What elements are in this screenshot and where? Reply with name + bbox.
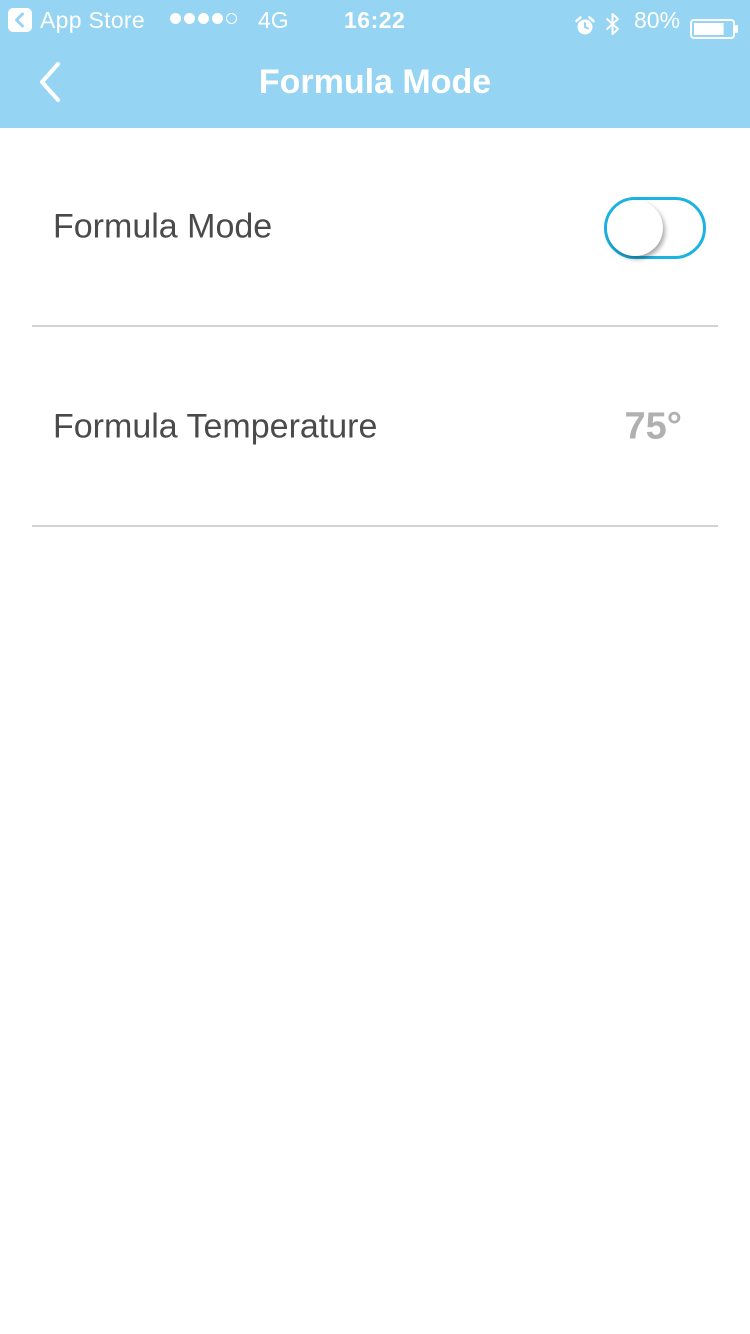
- screen: App Store 4G 16:22 80% Formula Mode Form…: [0, 0, 750, 1334]
- back-app-label[interactable]: App Store: [40, 0, 145, 40]
- signal-dot: [184, 13, 195, 24]
- header: App Store 4G 16:22 80% Formula Mode: [0, 0, 750, 128]
- network-type: 4G: [258, 7, 289, 33]
- formula-mode-toggle[interactable]: [604, 197, 706, 259]
- clock: 16:22: [344, 7, 406, 33]
- formula-mode-row: Formula Mode: [32, 128, 718, 327]
- formula-mode-label: Formula Mode: [53, 207, 273, 245]
- formula-temperature-row[interactable]: Formula Temperature 75°: [32, 328, 718, 527]
- bluetooth-icon: [604, 8, 622, 48]
- toggle-knob: [607, 200, 663, 256]
- alarm-icon: [574, 9, 596, 49]
- status-bar: App Store 4G 16:22 80%: [0, 0, 750, 40]
- signal-dot: [198, 13, 209, 24]
- page-title: Formula Mode: [258, 63, 492, 101]
- battery-icon: [690, 11, 740, 51]
- formula-temperature-label: Formula Temperature: [53, 407, 378, 445]
- battery-percent: 80%: [634, 7, 681, 33]
- signal-strength: [170, 13, 237, 24]
- back-arrow-icon[interactable]: [8, 8, 32, 32]
- signal-dot: [170, 13, 181, 24]
- signal-dot: [226, 13, 237, 24]
- signal-dot: [212, 13, 223, 24]
- formula-temperature-value[interactable]: 75°: [625, 405, 682, 448]
